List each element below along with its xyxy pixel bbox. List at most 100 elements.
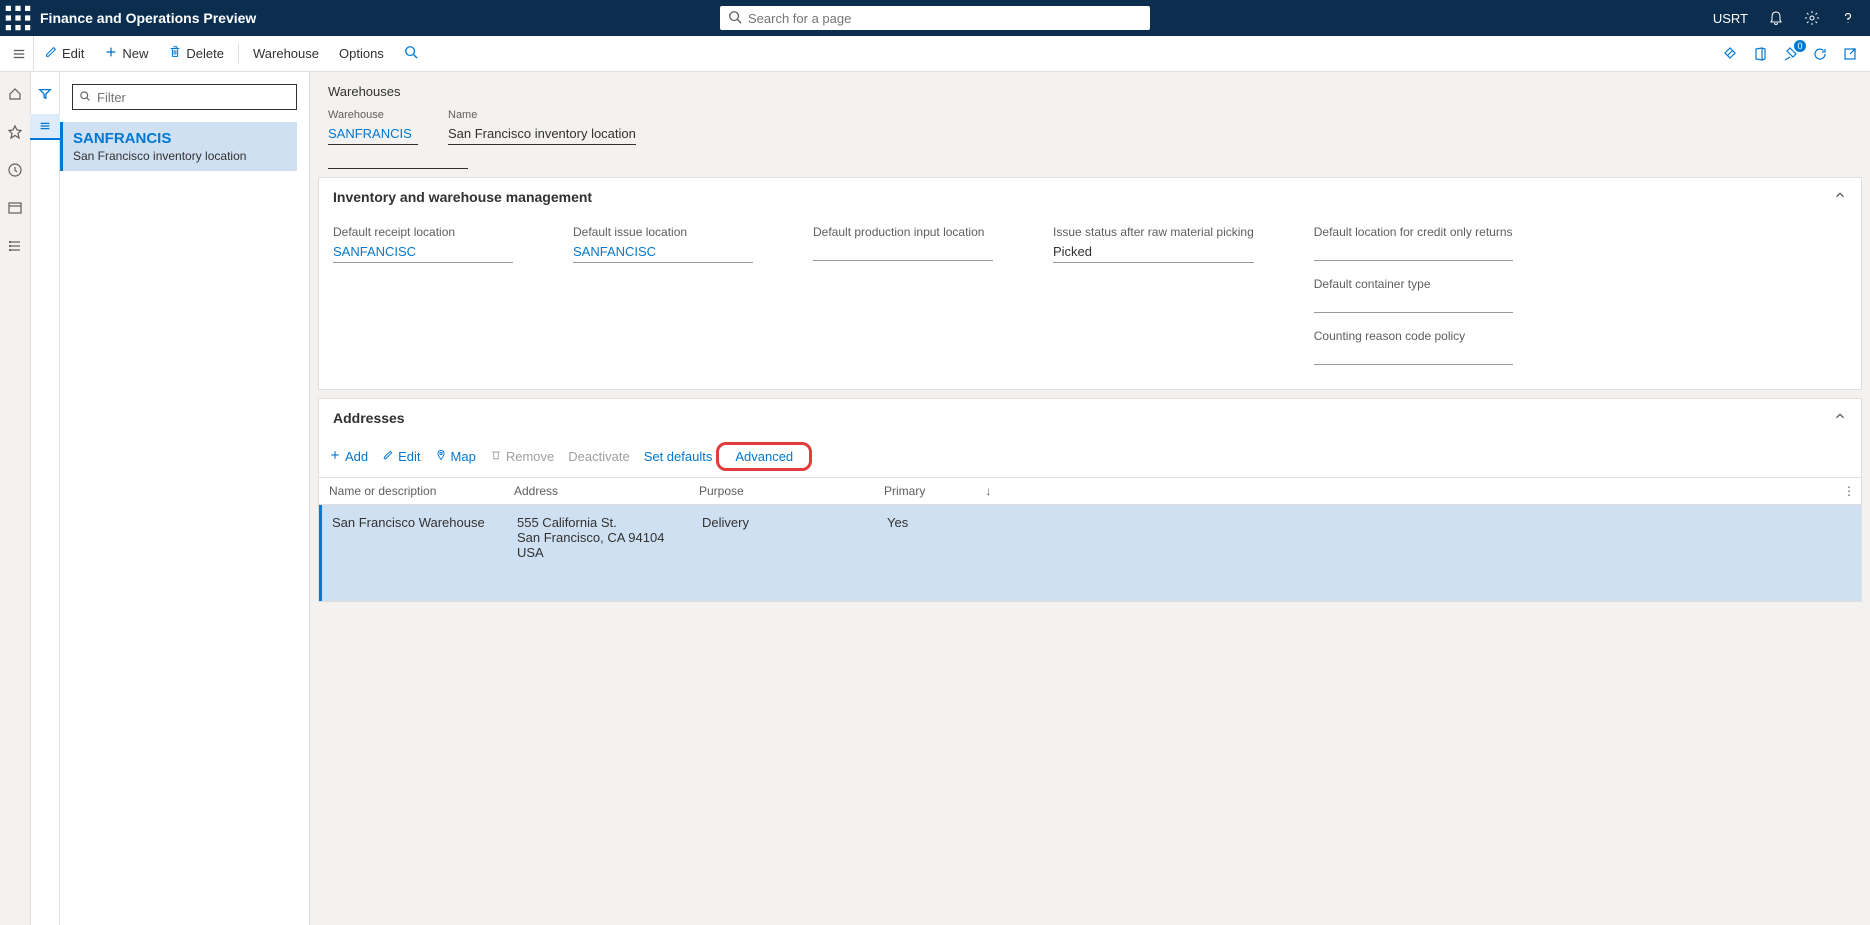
- help-icon[interactable]: [1834, 4, 1862, 32]
- addresses-fasttab-title: Addresses: [333, 410, 405, 426]
- list-pane: SANFRANCIS San Francisco inventory locat…: [60, 72, 310, 925]
- edit-button[interactable]: Edit: [34, 36, 94, 72]
- reason-value[interactable]: [1314, 345, 1513, 365]
- inventory-fasttab: Inventory and warehouse management Defau…: [318, 177, 1862, 390]
- warehouse-field-value[interactable]: SANFRANCIS: [328, 123, 418, 145]
- name-field-value[interactable]: San Francisco inventory location: [448, 123, 636, 145]
- receipt-label: Default receipt location: [333, 225, 513, 239]
- list-toggle-icon[interactable]: [30, 114, 60, 140]
- col-primary[interactable]: Primary↓: [884, 484, 1004, 498]
- detail-pane: Warehouses Warehouse SANFRANCIS Name San…: [310, 72, 1870, 925]
- new-label: New: [122, 46, 148, 61]
- remove-button: Remove: [490, 449, 554, 464]
- cell-primary: Yes: [887, 515, 1007, 591]
- reason-label: Counting reason code policy: [1314, 329, 1513, 343]
- recent-icon[interactable]: [5, 160, 25, 180]
- credit-value[interactable]: [1314, 241, 1513, 261]
- attachments-icon[interactable]: [1718, 42, 1742, 66]
- chevron-up-icon: [1833, 409, 1847, 426]
- prod-label: Default production input location: [813, 225, 993, 239]
- cell-address: 555 California St. San Francisco, CA 941…: [517, 515, 702, 591]
- find-button[interactable]: [394, 36, 428, 72]
- action-bar: Edit New Delete Warehouse Options 0: [0, 36, 1870, 72]
- badge-count: 0: [1794, 40, 1806, 52]
- cell-name: San Francisco Warehouse: [332, 515, 517, 591]
- addresses-fasttab: Addresses Add Edit Map Remove: [318, 398, 1862, 602]
- add-label: Add: [345, 449, 368, 464]
- edit-icon: [44, 45, 58, 62]
- workspaces-icon[interactable]: [5, 198, 25, 218]
- detail-header: Warehouses Warehouse SANFRANCIS Name San…: [310, 72, 1870, 151]
- advanced-button[interactable]: Advanced: [716, 442, 812, 471]
- chevron-up-icon: [1833, 188, 1847, 205]
- main-layout: SANFRANCIS San Francisco inventory locat…: [0, 72, 1870, 925]
- navpane-toggle-icon[interactable]: [4, 36, 34, 72]
- setdefaults-button[interactable]: Set defaults: [644, 449, 713, 464]
- col-address[interactable]: Address: [514, 484, 699, 498]
- company-code[interactable]: USRT: [1713, 11, 1748, 26]
- plus-icon: [104, 45, 118, 62]
- refresh-icon[interactable]: [1808, 42, 1832, 66]
- warehouse-tab[interactable]: Warehouse: [243, 36, 329, 72]
- table-row[interactable]: San Francisco Warehouse 555 California S…: [319, 505, 1861, 601]
- notifications-icon[interactable]: [1762, 4, 1790, 32]
- prod-value[interactable]: [813, 241, 993, 261]
- search-input[interactable]: [748, 11, 1142, 26]
- left-rail: [0, 72, 30, 925]
- pin-icon[interactable]: 0: [1778, 42, 1802, 66]
- list-filter-input[interactable]: [97, 90, 290, 105]
- global-search[interactable]: [720, 6, 1150, 30]
- product-title: Finance and Operations Preview: [40, 10, 256, 26]
- container-value[interactable]: [1314, 293, 1513, 313]
- new-button[interactable]: New: [94, 36, 158, 72]
- container-label: Default container type: [1314, 277, 1513, 291]
- list-filter[interactable]: [72, 84, 297, 110]
- inventory-fasttab-header[interactable]: Inventory and warehouse management: [319, 178, 1861, 215]
- addresses-toolbar: Add Edit Map Remove Deactivate: [319, 436, 1861, 478]
- name-field-label: Name: [448, 109, 636, 121]
- credit-label: Default location for credit only returns: [1314, 225, 1513, 239]
- list-item[interactable]: SANFRANCIS San Francisco inventory locat…: [60, 122, 297, 171]
- warehouse-field-label: Warehouse: [328, 109, 418, 121]
- topbar: Finance and Operations Preview USRT: [0, 0, 1870, 36]
- add-button[interactable]: Add: [329, 449, 368, 464]
- app-launcher-icon[interactable]: [4, 4, 32, 32]
- addresses-fasttab-header[interactable]: Addresses: [319, 399, 1861, 436]
- edit-label: Edit: [62, 46, 84, 61]
- delete-label: Delete: [186, 46, 224, 61]
- status-value[interactable]: Picked: [1053, 241, 1254, 263]
- options-label: Options: [339, 46, 384, 61]
- warehouse-label: Warehouse: [253, 46, 319, 61]
- filter-icon[interactable]: [35, 84, 55, 104]
- status-label: Issue status after raw material picking: [1053, 225, 1254, 239]
- edit-address-button[interactable]: Edit: [382, 449, 420, 464]
- modules-icon[interactable]: [5, 236, 25, 256]
- inventory-fasttab-title: Inventory and warehouse management: [333, 189, 592, 205]
- cell-purpose: Delivery: [702, 515, 887, 591]
- delete-button[interactable]: Delete: [158, 36, 234, 72]
- col-purpose[interactable]: Purpose: [699, 484, 884, 498]
- collapsed-field-stub: [328, 155, 468, 169]
- col-name[interactable]: Name or description: [329, 484, 514, 498]
- plus-icon: [329, 449, 341, 464]
- map-icon: [435, 449, 447, 464]
- trash-icon: [168, 45, 182, 62]
- options-tab[interactable]: Options: [329, 36, 394, 72]
- popout-icon[interactable]: [1838, 42, 1862, 66]
- list-item-desc: San Francisco inventory location: [73, 149, 287, 163]
- receipt-value[interactable]: SANFANCISC: [333, 241, 513, 263]
- favorites-icon[interactable]: [5, 122, 25, 142]
- breadcrumb: Warehouses: [328, 84, 1852, 99]
- issue-value[interactable]: SANFANCISC: [573, 241, 753, 263]
- map-button[interactable]: Map: [435, 449, 476, 464]
- edit-label: Edit: [398, 449, 420, 464]
- more-columns-icon[interactable]: ⋮: [1843, 484, 1855, 498]
- list-item-code: SANFRANCIS: [73, 130, 287, 147]
- table-header: Name or description Address Purpose Prim…: [319, 478, 1861, 505]
- settings-icon[interactable]: [1798, 4, 1826, 32]
- filter-rail: [30, 72, 60, 925]
- setdefaults-label: Set defaults: [644, 449, 713, 464]
- office-icon[interactable]: [1748, 42, 1772, 66]
- edit-icon: [382, 449, 394, 464]
- home-icon[interactable]: [5, 84, 25, 104]
